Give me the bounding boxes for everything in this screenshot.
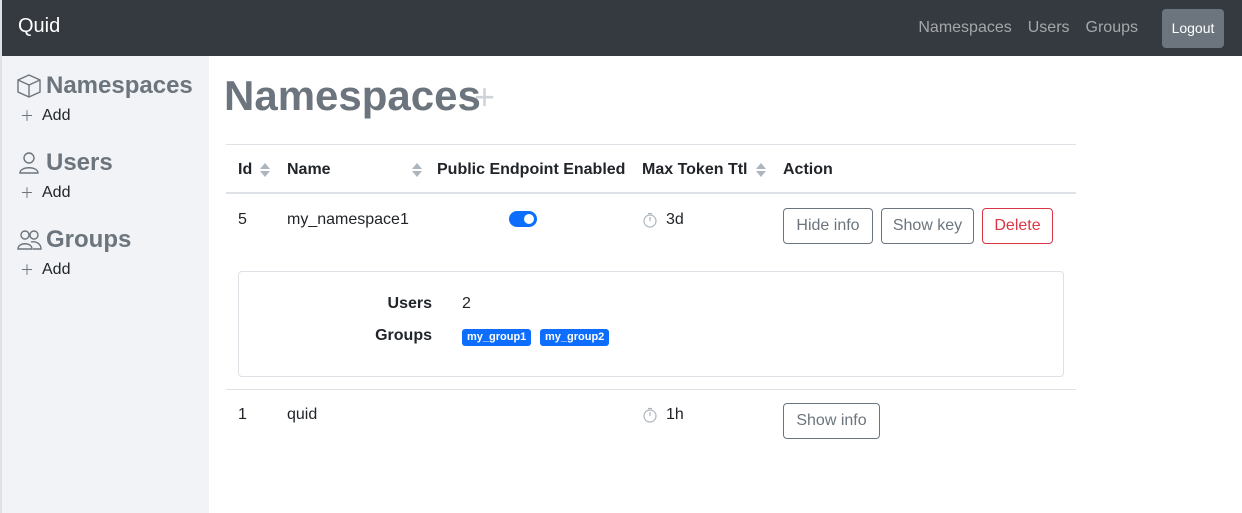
sidebar-add-group[interactable]: ＋ Add <box>20 260 131 280</box>
column-header-action: Action <box>783 161 833 178</box>
public-endpoint-toggle[interactable] <box>509 211 537 227</box>
column-header-public-endpoint[interactable]: Public Endpoint Enabled <box>437 161 625 179</box>
row-name: my_namespace1 <box>287 211 409 228</box>
sidebar-heading-groups[interactable]: Groups <box>16 226 131 254</box>
info-groups-label: Groups <box>375 327 432 344</box>
group-badge[interactable]: my_group1 <box>462 329 532 346</box>
show-info-button[interactable]: Show info <box>783 403 880 439</box>
group-badge[interactable]: my_group2 <box>540 329 610 346</box>
sidebar-heading-users[interactable]: Users <box>16 149 113 177</box>
nav-link-users[interactable]: Users <box>1028 19 1070 37</box>
delete-button[interactable]: Delete <box>982 208 1053 244</box>
top-navbar: Quid Namespaces Users Groups Logout <box>2 0 1242 56</box>
sidebar-add-namespace[interactable]: ＋ Add <box>20 106 193 126</box>
sidebar-add-label: Add <box>42 107 71 124</box>
box-icon <box>16 73 42 99</box>
column-header-label: Id <box>238 161 253 178</box>
plus-icon: ＋ <box>20 185 34 201</box>
sidebar: Namespaces ＋ Add Users ＋ Add Groups ＋ Ad… <box>2 56 209 513</box>
row-max-token-ttl: 1h <box>666 406 684 423</box>
people-icon <box>16 227 42 253</box>
user-icon <box>16 150 42 176</box>
sidebar-add-label: Add <box>42 184 71 201</box>
brand-logo[interactable]: Quid <box>18 15 60 38</box>
page-title: Namespaces <box>224 72 481 119</box>
row-max-token-ttl: 3d <box>666 211 684 228</box>
sort-icon <box>755 162 766 178</box>
row-id: 1 <box>238 406 247 423</box>
sidebar-add-user[interactable]: ＋ Add <box>20 183 113 203</box>
sort-icon <box>412 162 422 178</box>
stopwatch-icon <box>642 212 658 228</box>
namespace-info-card: Users 2 Groups my_group1 my_group2 <box>238 271 1064 377</box>
nav-link-groups[interactable]: Groups <box>1086 19 1138 37</box>
sidebar-heading-label: Users <box>46 149 113 176</box>
nav-link-namespaces[interactable]: Namespaces <box>918 19 1011 37</box>
info-users-value: 2 <box>462 295 471 312</box>
row-divider <box>226 389 1076 390</box>
sidebar-section-users: Users ＋ Add <box>16 149 113 203</box>
sort-icon <box>260 162 271 178</box>
sidebar-add-label: Add <box>42 261 71 278</box>
sidebar-heading-namespaces[interactable]: Namespaces <box>16 72 193 100</box>
nav-links: Namespaces Users Groups Logout <box>918 8 1224 48</box>
logout-button[interactable]: Logout <box>1162 8 1224 48</box>
column-header-label: Name <box>287 161 331 178</box>
sidebar-heading-label: Groups <box>46 226 132 253</box>
stopwatch-icon <box>642 407 658 423</box>
row-id: 5 <box>238 211 247 228</box>
row-name: quid <box>287 406 318 423</box>
column-header-max-token-ttl[interactable]: Max Token Ttl <box>642 161 766 179</box>
column-header-name[interactable]: Name <box>287 161 422 179</box>
add-namespace-button[interactable]: + <box>474 76 495 118</box>
sidebar-section-groups: Groups ＋ Add <box>16 226 131 280</box>
plus-icon: ＋ <box>20 262 34 278</box>
plus-icon: ＋ <box>20 108 34 124</box>
table-header: Id Name Public Endpoint Enabled Max Toke… <box>226 144 1076 194</box>
sidebar-heading-label: Namespaces <box>46 72 193 99</box>
column-header-id[interactable]: Id <box>238 161 271 179</box>
info-users-label: Users <box>387 295 432 312</box>
column-header-label: Max Token Ttl <box>642 161 748 178</box>
hide-info-button[interactable]: Hide info <box>783 208 873 244</box>
show-key-button[interactable]: Show key <box>881 208 974 244</box>
sidebar-section-namespaces: Namespaces ＋ Add <box>16 72 193 126</box>
